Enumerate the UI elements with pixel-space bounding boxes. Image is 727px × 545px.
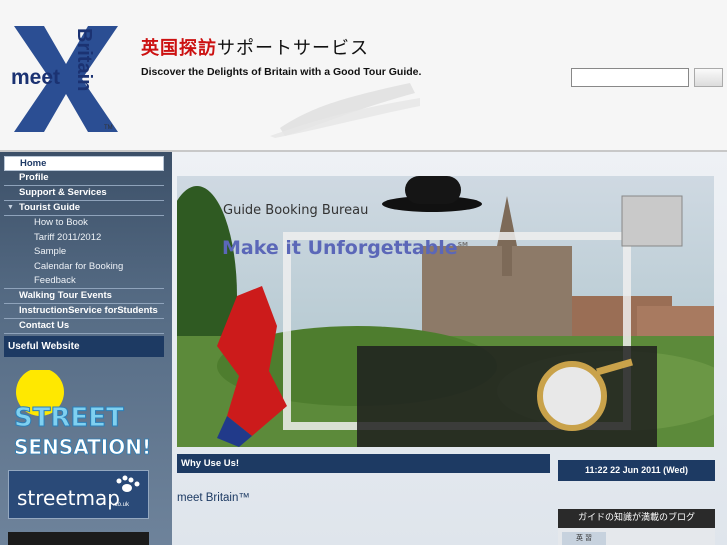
blog-panel[interactable]: 英 習: [558, 528, 715, 545]
street-text: STREET: [14, 403, 124, 433]
logo-tm: TM: [104, 125, 113, 131]
logo-britain-text: Britain: [73, 28, 95, 91]
hero-title-text: Make it Unforgettable: [222, 237, 458, 259]
useful-website-heading: Useful Website: [4, 336, 164, 357]
expand-triangle-icon: ▼: [7, 204, 14, 211]
current-datetime: 11:22 22 Jun 2011 (Wed): [558, 460, 715, 481]
nav-item-instruction-service[interactable]: InstructionService forStudents: [4, 304, 164, 319]
sidebar: Home Profile Support & Services ▼ Tourist…: [0, 152, 172, 545]
sensation-text: SENSATION!: [14, 435, 150, 459]
nav-item-profile[interactable]: Profile: [4, 171, 164, 186]
brand-tagline: Discover the Delights of Britain with a …: [141, 66, 422, 78]
nav-item-tourist-guide[interactable]: ▼ Tourist Guide: [4, 201, 164, 216]
partial-banner[interactable]: [8, 532, 149, 545]
site-header: meet Britain TM 英国探訪サポートサービス Discover th…: [0, 0, 727, 150]
meet-britain-text: meet Britain™: [177, 492, 250, 504]
hero-banner: Guide Booking Bureau Make it Unforgettab…: [177, 176, 714, 447]
hero-subtitle: Guide Booking Bureau: [223, 203, 369, 218]
nav-item-tourist-guide-label: Tourist Guide: [19, 202, 81, 213]
search-button[interactable]: [694, 68, 723, 87]
main-nav: Home Profile Support & Services ▼ Tourist…: [4, 156, 164, 334]
brand-name-red: 英国探訪: [141, 38, 217, 59]
hero-title-mark: SM: [457, 241, 468, 249]
main-content: Guide Booking Bureau Make it Unforgettab…: [172, 152, 727, 545]
brand-name-jp: 英国探訪サポートサービス: [141, 34, 369, 60]
nav-subitem-feedback[interactable]: Feedback: [4, 274, 164, 289]
nav-item-contact-us[interactable]: Contact Us: [4, 319, 164, 334]
streetmap-label: streetmap: [17, 486, 120, 510]
nav-subitem-calendar[interactable]: Calendar for Booking: [4, 260, 164, 275]
logo-meet-text: meet: [11, 66, 60, 89]
nav-item-walking-tour-events[interactable]: Walking Tour Events: [4, 289, 164, 304]
streetmap-domain: .co.uk: [113, 502, 130, 508]
nav-subitem-how-to-book[interactable]: How to Book: [4, 216, 164, 231]
blog-tag: 英 習: [562, 532, 606, 545]
search-input[interactable]: [571, 68, 689, 87]
meet-britain-logo[interactable]: meet Britain TM: [10, 24, 122, 134]
nav-item-home[interactable]: Home: [4, 156, 164, 171]
hero-title: Make it UnforgettableSM: [222, 237, 468, 259]
brand-name-rest: サポートサービス: [217, 38, 369, 59]
nav-subitem-tariff[interactable]: Tariff 2011/2012: [4, 231, 164, 246]
brush-stroke-decoration: [270, 83, 420, 138]
streetmap-banner[interactable]: streetmap .co.uk: [8, 470, 149, 519]
blog-heading[interactable]: ガイドの知識が満載のブログ: [558, 509, 715, 528]
street-sensation-banner[interactable]: STREET SENSATION!: [10, 370, 150, 460]
why-use-us-heading: Why Use Us!: [177, 454, 550, 473]
nav-subitem-sample[interactable]: Sample: [4, 245, 164, 260]
nav-item-support-services[interactable]: Support & Services: [4, 186, 164, 201]
